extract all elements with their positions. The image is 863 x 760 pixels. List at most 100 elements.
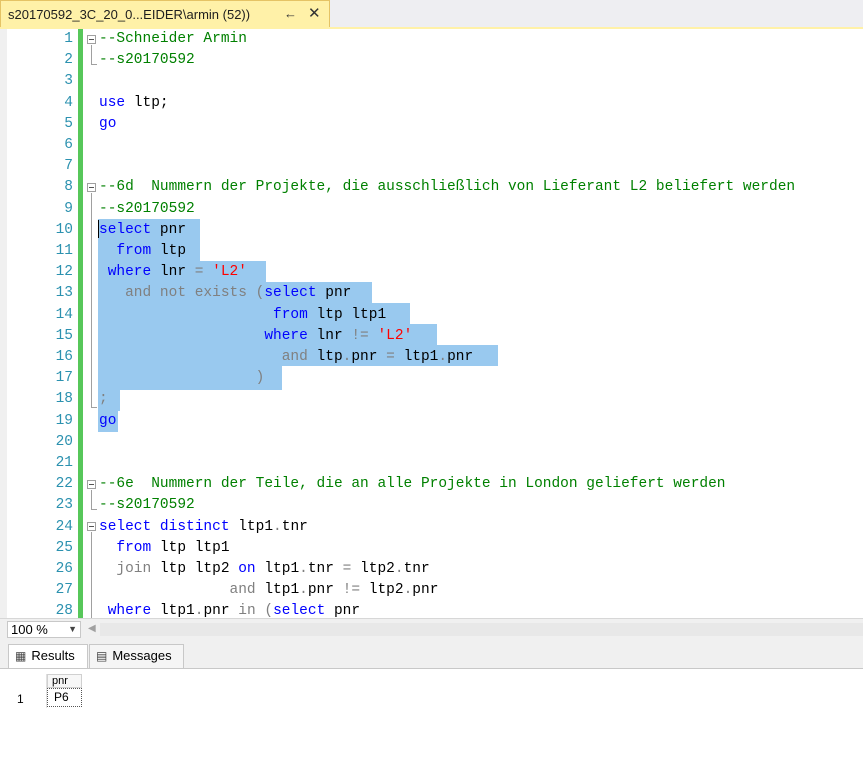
- code-line[interactable]: 17 ): [0, 368, 863, 389]
- horizontal-scrollbar[interactable]: [100, 623, 863, 636]
- code-line[interactable]: 20: [0, 432, 863, 453]
- code-token: pnr: [307, 582, 343, 599]
- code-text: and not exists (select pnr: [99, 283, 351, 304]
- code-text: go: [99, 411, 116, 432]
- code-token: go: [99, 412, 117, 429]
- code-line[interactable]: 22 --6e Nummern der Teile, die an alle Pr…: [0, 474, 863, 495]
- code-token: and: [281, 349, 308, 365]
- code-line[interactable]: 21: [0, 453, 863, 474]
- code-line[interactable]: 24 select distinct ltp1.tnr: [0, 517, 863, 538]
- code-token: ltp: [151, 243, 187, 259]
- code-token: lnr: [307, 327, 352, 344]
- code-token: ltp1: [255, 582, 300, 599]
- sql-editor[interactable]: 1 --Schneider Armin 2 --s20170592 3 4 use ltp;…: [0, 29, 863, 618]
- code-token: select distinct: [99, 518, 230, 535]
- line-number: 14: [55, 306, 73, 323]
- code-text: --s20170592: [99, 199, 195, 220]
- line-number: 2: [64, 52, 73, 69]
- code-line[interactable]: 23 --s20170592: [0, 495, 863, 516]
- row-number[interactable]: 1: [17, 692, 24, 706]
- code-line[interactable]: 18;: [0, 389, 863, 410]
- code-token: .: [394, 561, 404, 577]
- line-number: 19: [55, 412, 73, 429]
- scroll-left-icon[interactable]: ◀: [88, 623, 96, 634]
- line-number: 24: [55, 518, 73, 535]
- line-number: 12: [55, 264, 73, 281]
- code-line[interactable]: 13 and not exists (select pnr: [0, 283, 863, 304]
- line-number: 9: [64, 200, 73, 217]
- code-line[interactable]: 8 --6d Nummern der Projekte, die ausschli…: [0, 177, 863, 198]
- code-token: pnr: [203, 603, 239, 618]
- code-text: where lnr = 'L2': [99, 262, 247, 283]
- code-line[interactable]: 6: [0, 135, 863, 156]
- code-line[interactable]: 28 where ltp1.pnr in (select pnr: [0, 601, 863, 618]
- code-token: select: [99, 221, 152, 238]
- query-tab[interactable]: s20170592_3C_20_0...EIDER\armin (52)) ← …: [0, 0, 330, 27]
- code-line[interactable]: 11 from ltp: [0, 241, 863, 262]
- code-line[interactable]: 26 join ltp ltp2 on ltp1.tnr = ltp2.tnr: [0, 559, 863, 580]
- code-line[interactable]: 1 --Schneider Armin: [0, 29, 863, 50]
- code-line[interactable]: 5 go: [0, 114, 863, 135]
- code-text: --6d Nummern der Projekte, die ausschlie…: [99, 177, 795, 198]
- code-text: where lnr != 'L2': [99, 326, 412, 347]
- tab-results-label: Results: [31, 648, 75, 663]
- code-line[interactable]: 15 where lnr != 'L2': [0, 326, 863, 347]
- code-token: ): [255, 370, 265, 387]
- zoom-dropdown[interactable]: 100 % ▼: [7, 621, 81, 638]
- code-line[interactable]: 25 from ltp ltp1: [0, 538, 863, 559]
- code-token: =: [386, 349, 395, 365]
- line-number: 28: [55, 603, 73, 618]
- code-token: ltp1: [151, 603, 195, 618]
- code-token: .: [273, 518, 282, 535]
- code-token: --6e Nummern der Teile, die an alle Proj…: [99, 476, 726, 493]
- line-number: 23: [55, 497, 73, 514]
- result-cell[interactable]: P6: [47, 688, 82, 707]
- code-text: go: [99, 114, 116, 135]
- line-number: 22: [55, 476, 73, 493]
- code-text: use ltp;: [99, 93, 169, 114]
- code-text: --s20170592: [99, 50, 195, 71]
- pin-icon[interactable]: ←: [284, 6, 297, 21]
- code-line[interactable]: 9 --s20170592: [0, 199, 863, 220]
- code-line[interactable]: 16 and ltp.pnr = ltp1.pnr: [0, 347, 863, 368]
- code-token: tnr: [307, 561, 343, 577]
- results-grid[interactable]: pnr 1 P6: [0, 668, 863, 760]
- tab-messages-label: Messages: [112, 648, 172, 663]
- code-token: --s20170592: [99, 52, 195, 69]
- tab-messages[interactable]: ▤ Messages: [89, 644, 184, 668]
- code-line[interactable]: 10 select pnr: [0, 220, 863, 241]
- close-icon[interactable]: ✕: [308, 4, 321, 22]
- line-number: 11: [55, 243, 73, 259]
- code-token: !=: [351, 327, 369, 344]
- line-number: 15: [55, 327, 73, 344]
- code-line[interactable]: 14 from ltp ltp1: [0, 305, 863, 326]
- line-number: 8: [64, 179, 73, 196]
- code-line[interactable]: 4 use ltp;: [0, 93, 863, 114]
- code-line[interactable]: 7: [0, 156, 863, 177]
- line-number: 5: [64, 115, 73, 132]
- code-text: --6e Nummern der Teile, die an alle Proj…: [99, 474, 726, 495]
- code-token: go: [99, 115, 117, 132]
- column-header-pnr[interactable]: pnr: [47, 674, 82, 688]
- code-line[interactable]: 19 go: [0, 411, 863, 432]
- tab-results[interactable]: ▦ Results: [8, 644, 88, 668]
- line-number: 4: [64, 94, 73, 111]
- code-line[interactable]: 2 --s20170592: [0, 50, 863, 71]
- code-token: .: [403, 582, 413, 599]
- code-line[interactable]: 3: [0, 71, 863, 92]
- code-token: in (: [238, 603, 274, 618]
- code-token: select: [273, 603, 326, 618]
- code-token: ltp: [307, 349, 343, 365]
- code-token: from: [273, 306, 308, 323]
- code-token: ltp2: [351, 561, 395, 577]
- line-number: 20: [55, 433, 73, 450]
- code-line[interactable]: 27 and ltp1.pnr != ltp2.pnr: [0, 580, 863, 601]
- code-token: 'L2': [377, 327, 413, 344]
- code-token: pnr: [151, 221, 187, 238]
- code-line[interactable]: 12 where lnr = 'L2': [0, 262, 863, 283]
